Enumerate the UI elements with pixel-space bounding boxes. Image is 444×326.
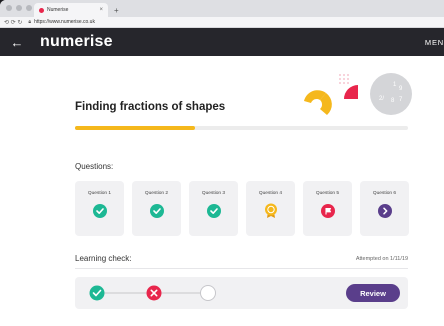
grey-number-circle	[370, 73, 412, 115]
app-header: ← numerise MEN	[0, 28, 444, 56]
learning-check-row: Review	[75, 277, 408, 309]
question-label: Question 2	[144, 191, 169, 196]
question-label: Question 3	[201, 191, 226, 196]
question-label: Question 1	[87, 191, 112, 196]
step-incorrect-cross-icon	[146, 285, 162, 301]
question-card-3[interactable]: Question 3	[189, 181, 238, 236]
tab-title: Numerise	[47, 7, 69, 13]
fraction-shapes-decoration: 1 9 2/ 8 7	[304, 73, 412, 115]
rosette-icon	[264, 203, 278, 218]
lock-icon: 🔒︎	[28, 19, 32, 25]
browser-window: Numerise × + ⟲ ⟳ ↻ 🔒︎ https://www.numeri…	[0, 0, 444, 326]
back-arrow-icon[interactable]: ←	[4, 35, 30, 50]
review-button[interactable]: Review	[346, 284, 400, 302]
step-pending-empty-circle-icon	[200, 285, 216, 301]
question-card-1[interactable]: Question 1	[75, 181, 124, 236]
question-card-2[interactable]: Question 2	[132, 181, 181, 236]
favicon-icon	[39, 7, 44, 13]
minimize-window-icon[interactable]	[16, 5, 22, 11]
progress-bar-fill	[75, 126, 195, 130]
deco-number-2: 2/	[379, 96, 384, 102]
close-window-icon[interactable]	[6, 5, 12, 11]
nav-buttons[interactable]: ⟲ ⟳ ↻	[4, 19, 22, 26]
flag-icon	[320, 204, 335, 218]
tab-close-icon[interactable]: ×	[99, 7, 103, 13]
dot-grid-decoration	[339, 74, 349, 84]
pink-quarter-circle-shape	[344, 85, 358, 99]
question-card-6[interactable]: Question 6	[360, 181, 409, 236]
page-title: Finding fractions of shapes	[75, 101, 226, 113]
check-icon	[206, 204, 221, 218]
url-text[interactable]: https://www.numerise.co.uk	[34, 19, 95, 25]
address-bar[interactable]: ⟲ ⟳ ↻ 🔒︎ https://www.numerise.co.uk	[0, 17, 444, 28]
attempted-date: Attempted on 1/11/19	[355, 256, 408, 262]
question-label: Question 4	[258, 191, 283, 196]
question-card-5[interactable]: Question 5	[303, 181, 352, 236]
check-icon	[149, 204, 164, 218]
tab-strip: Numerise × +	[0, 0, 444, 17]
learning-check-divider	[75, 268, 408, 269]
menu-button[interactable]: MEN	[425, 38, 444, 47]
new-tab-button[interactable]: +	[114, 6, 119, 15]
question-label: Question 5	[315, 191, 340, 196]
step-correct-check-icon	[89, 285, 105, 301]
main-content: 1 9 2/ 8 7 Finding fractions of shapes Q…	[0, 56, 444, 326]
maximize-window-icon[interactable]	[26, 5, 32, 11]
browser-tab[interactable]: Numerise ×	[34, 3, 108, 17]
window-controls	[6, 5, 32, 11]
question-list: Question 1 Question 2 Question 3 Question 4…	[75, 181, 409, 236]
progress-bar	[75, 126, 408, 130]
questions-label: Questions:	[75, 162, 114, 171]
learning-check-steps	[89, 285, 216, 301]
chevron-right-icon	[377, 204, 392, 218]
check-icon	[92, 204, 107, 218]
learning-check-label: Learning check:	[75, 254, 132, 263]
numerise-logo[interactable]: numerise	[40, 33, 113, 51]
question-label: Question 6	[372, 191, 397, 196]
question-card-4[interactable]: Question 4	[246, 181, 295, 236]
